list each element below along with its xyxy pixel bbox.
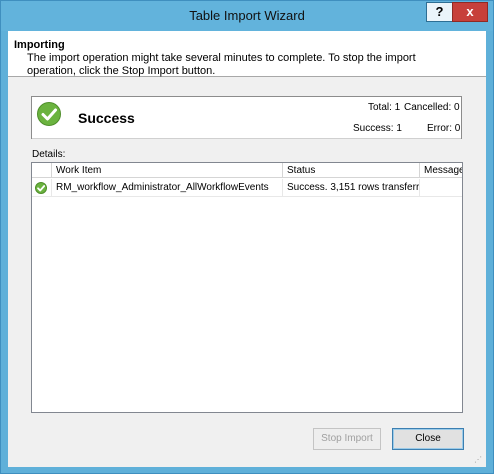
import-wizard-window: Table Import Wizard ? x Importing The im…: [0, 0, 494, 474]
success-count: Success: 1: [353, 123, 402, 134]
page-title: Importing: [14, 39, 65, 51]
grid-header: Work Item Status Message: [32, 163, 462, 178]
message-cell: [420, 179, 462, 197]
close-button[interactable]: Close: [392, 428, 464, 450]
status-cell: Success. 3,151 rows transferr...: [283, 179, 420, 197]
close-window-button[interactable]: x: [452, 2, 488, 22]
column-header-status[interactable]: Status: [283, 163, 420, 178]
column-header-work-item[interactable]: Work Item: [52, 163, 283, 178]
status-label: Success: [78, 110, 135, 126]
window-title: Table Import Wizard: [189, 8, 305, 23]
page-header: Importing The import operation might tak…: [8, 31, 486, 77]
work-item-cell: RM_workflow_Administrator_AllWorkflowEve…: [52, 179, 283, 197]
details-grid[interactable]: Work Item Status Message RM_workflow_Adm…: [31, 162, 463, 413]
error-count: Error: 0: [427, 123, 461, 134]
resize-grip-icon[interactable]: ⋰: [474, 455, 484, 465]
check-circle-icon: [37, 102, 61, 126]
help-button[interactable]: ?: [426, 2, 452, 22]
column-header-message[interactable]: Message: [420, 163, 462, 178]
check-circle-icon: [35, 182, 47, 194]
details-label: Details:: [32, 149, 66, 160]
title-bar[interactable]: Table Import Wizard ? x: [1, 1, 493, 31]
total-count: Total: 1: [368, 102, 401, 113]
cancelled-count: Cancelled: 0: [404, 102, 460, 113]
page-description: The import operation might take several …: [27, 52, 416, 77]
stop-import-button[interactable]: Stop Import: [313, 428, 381, 450]
row-status-cell: [32, 179, 52, 197]
table-row[interactable]: RM_workflow_Administrator_AllWorkflowEve…: [32, 179, 462, 197]
wizard-body: Importing The import operation might tak…: [8, 31, 486, 467]
status-summary: Success Total: 1 Cancelled: 0 Success: 1…: [31, 96, 462, 139]
column-header-icon[interactable]: [32, 163, 52, 178]
